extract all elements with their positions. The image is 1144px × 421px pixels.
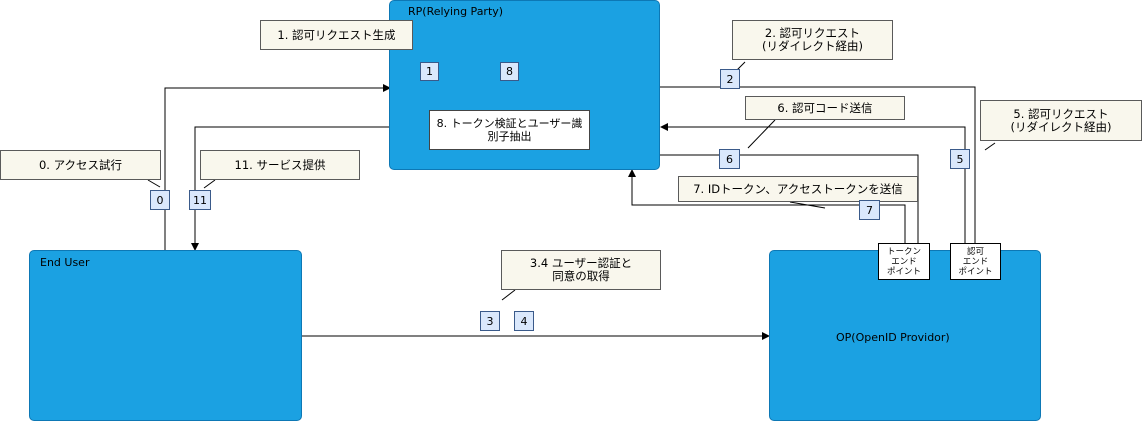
callout-auth-request-generate: 1. 認可リクエスト生成 — [260, 20, 413, 50]
callout-tokens-send: 7. IDトークン、アクセストークンを送信 — [678, 176, 918, 202]
callout-tail-c34 — [501, 289, 516, 301]
op-title: OP(OpenID Providor) — [836, 331, 950, 344]
callout-service-provide: 11. サービス提供 — [200, 150, 360, 180]
callout-user-auth-consent: 3.4 ユーザー認証と 同意の取得 — [501, 250, 661, 290]
step-1: 1 — [420, 62, 439, 81]
step-3: 3 — [480, 311, 500, 331]
callout-access-attempt: 0. アクセス試行 — [0, 150, 161, 180]
callout-tail-c0 — [147, 179, 161, 188]
rp-title: RP(Relying Party) — [408, 5, 504, 18]
token-endpoint[interactable]: トークン エンド ポイント — [878, 243, 930, 280]
callout-tail-c5 — [984, 142, 996, 151]
step-2: 2 — [720, 69, 740, 89]
step-8: 8 — [500, 62, 519, 81]
edge-11-service — [191, 126, 390, 251]
token-verification-box[interactable]: 8. トークン検証とユーザー識 別子抽出 — [429, 110, 590, 150]
step-11: 11 — [189, 190, 211, 210]
step-4: 4 — [514, 311, 534, 331]
callout-auth-request-redirect-5: 5. 認可リクエスト (リダイレクト経由) — [980, 100, 1142, 141]
end-user-box[interactable]: End User — [29, 250, 302, 421]
step-6: 6 — [719, 149, 740, 169]
callout-tail-c11 — [203, 179, 216, 189]
callout-auth-request-redirect-2: 2. 認可リクエスト (リダイレクト経由) — [732, 20, 893, 60]
callout-auth-code-send: 6. 認可コード送信 — [745, 96, 905, 120]
callout-tail-c6 — [747, 119, 776, 149]
step-5: 5 — [950, 149, 970, 169]
step-7: 7 — [859, 200, 880, 220]
auth-endpoint[interactable]: 認可 エンド ポイント — [950, 243, 1001, 280]
step-0: 0 — [150, 190, 170, 210]
end-user-title: End User — [40, 256, 90, 269]
